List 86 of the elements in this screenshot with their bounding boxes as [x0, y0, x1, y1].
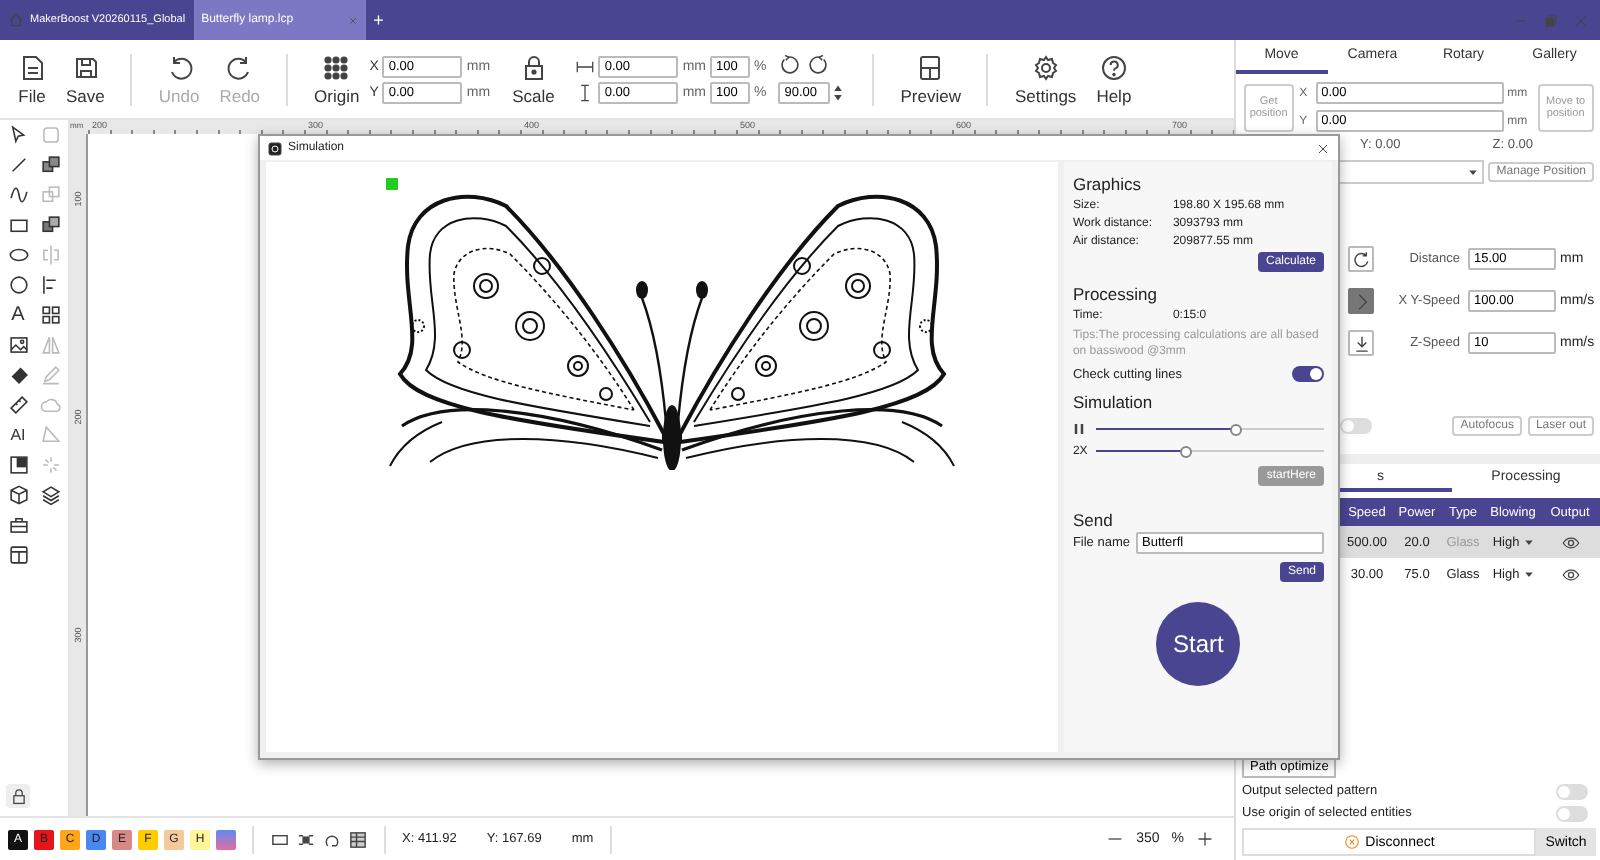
pen-icon [39, 364, 61, 386]
jog-right-button[interactable] [1348, 288, 1374, 314]
cloud-icon [39, 394, 61, 416]
toggle-switch[interactable] [1292, 366, 1324, 383]
toolbar-button[interactable]: File [8, 53, 56, 105]
toolbar-button[interactable]: Scale [502, 53, 565, 105]
home-icon [8, 12, 24, 28]
rotate-left-icon [778, 54, 801, 76]
rotate-icon [1351, 249, 1371, 269]
caret-icon [1468, 167, 1479, 177]
x-circle-icon [1343, 834, 1360, 850]
height-icon [576, 83, 595, 101]
ai-tool[interactable]: AI [10, 427, 26, 443]
lock-button[interactable] [6, 784, 30, 808]
rotate-right-icon [808, 54, 831, 76]
table-icon [348, 829, 368, 849]
toolbar-button[interactable]: Preview [890, 53, 971, 105]
copy-icon [39, 184, 61, 206]
rectangle-icon [7, 214, 29, 236]
gradient-swatch[interactable] [216, 829, 236, 849]
width-icon [576, 57, 595, 75]
toggle-switch[interactable] [1556, 783, 1588, 799]
panel-layout-icon [7, 544, 29, 566]
cube-icon [7, 484, 29, 506]
toolbar-button[interactable]: Settings [1004, 53, 1087, 105]
sparkle-icon [39, 454, 61, 476]
app-icon [268, 141, 282, 155]
select-arrow-icon [7, 124, 29, 146]
help-icon [1099, 53, 1128, 81]
padlock-icon [519, 53, 548, 81]
section-heading: Processing [1072, 284, 1160, 304]
section-heading: Simulation [1072, 392, 1155, 413]
toolbar-button[interactable]: Save [56, 53, 115, 105]
split-square-icon [916, 53, 945, 81]
new-tab-button[interactable]: + [373, 10, 384, 30]
zoom-in-icon [1196, 830, 1214, 848]
redo-icon [225, 53, 254, 81]
mirror-icon [39, 244, 61, 266]
toolbar-button[interactable]: Origin [304, 53, 370, 105]
section-heading: Send [1072, 510, 1115, 531]
start-button[interactable]: Start [1156, 602, 1241, 687]
section-heading: Graphics [1072, 174, 1143, 194]
rotate-button[interactable] [1348, 246, 1374, 272]
rectangle-icon [270, 829, 290, 849]
settings-icon [1031, 53, 1060, 81]
caret-icon [1523, 537, 1534, 547]
toolbox-icon [7, 514, 29, 536]
ellipse-icon [7, 244, 29, 266]
toolbar-button[interactable]: Help [1086, 53, 1142, 105]
eye-icon [1559, 565, 1581, 583]
layers-icon [39, 484, 61, 506]
dot-grid-icon [322, 53, 351, 81]
caret-icon [1523, 569, 1534, 579]
curve-icon [7, 184, 29, 206]
flip-triangle-icon [39, 334, 61, 356]
eye-icon [1559, 533, 1581, 551]
spinner-arrows-icon [832, 84, 845, 102]
padlock-icon [9, 787, 27, 805]
grid-objects-icon [39, 304, 61, 326]
move-down-button[interactable] [1348, 330, 1374, 356]
toggle-switch[interactable] [1556, 805, 1588, 821]
circle-icon [7, 274, 29, 296]
image-icon [7, 334, 29, 356]
close-icon [347, 15, 358, 25]
qr-square-icon [7, 454, 29, 476]
stacked-squares-icon [39, 154, 61, 176]
selection-icon [296, 829, 316, 849]
toggle-switch[interactable] [1340, 418, 1372, 434]
slider-thumb[interactable] [1179, 446, 1192, 459]
start-point-marker [386, 178, 398, 190]
pause-icon [1072, 422, 1087, 437]
stacked-squares-icon [39, 214, 61, 236]
download-icon [1351, 333, 1371, 353]
file-icon [18, 53, 46, 81]
slider-thumb[interactable] [1229, 424, 1242, 437]
restore-icon [1544, 13, 1558, 27]
close-icon [1316, 141, 1330, 155]
line-icon [7, 154, 29, 176]
text-tool[interactable]: A [11, 305, 25, 325]
align-left-icon [39, 274, 61, 296]
rounded-square-icon [39, 124, 61, 146]
undo-icon [165, 53, 194, 81]
close-icon [1574, 13, 1588, 27]
ruler-icon [7, 394, 29, 416]
triangle-outline-icon [39, 424, 61, 446]
eraser-icon [7, 364, 29, 386]
